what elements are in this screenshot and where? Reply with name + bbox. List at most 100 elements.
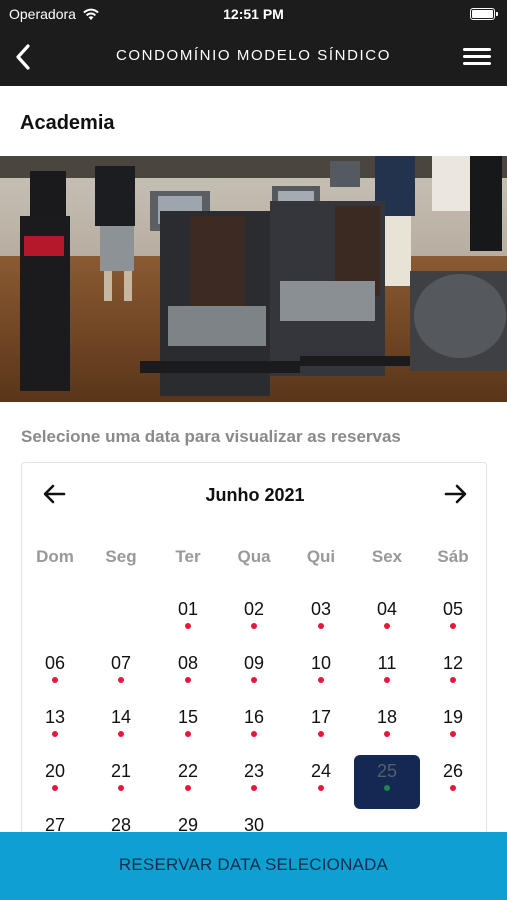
reservation-dot-icon [251, 731, 257, 737]
calendar-day-number: 08 [177, 653, 199, 673]
calendar-hint: Selecione uma data para visualizar as re… [21, 427, 401, 446]
calendar-day-07[interactable]: 07 [88, 647, 154, 701]
reservation-dot-icon [185, 677, 191, 683]
calendar-day-number: 18 [376, 707, 398, 727]
hamburger-menu-icon [463, 48, 491, 51]
hamburger-menu-icon [463, 55, 491, 58]
weekday-label: Sex [371, 547, 403, 566]
calendar-day-number: 14 [110, 707, 132, 727]
calendar-day-04[interactable]: 04 [354, 593, 420, 647]
calendar-day-number: 24 [310, 761, 332, 781]
calendar-day-number: 10 [310, 653, 332, 673]
reservation-dot-icon [318, 677, 324, 683]
calendar-day-16[interactable]: 16 [221, 701, 287, 755]
status-time: 12:51 PM [223, 6, 284, 22]
weekday-label: Seg [105, 547, 137, 566]
app-screen: Operadora 12:51 PM CONDOMÍNIO MODELO SÍN… [0, 0, 507, 900]
weekday-label: Ter [175, 547, 201, 566]
calendar-day-number: 01 [177, 599, 199, 619]
calendar-day-25[interactable]: 25 [354, 755, 420, 809]
reservation-dot-icon [185, 731, 191, 737]
calendar-day-11[interactable]: 11 [354, 647, 420, 701]
calendar-day-number: 17 [310, 707, 332, 727]
next-month-button[interactable] [440, 479, 470, 509]
calendar-day-number: 15 [177, 707, 199, 727]
calendar-day-number: 11 [377, 653, 397, 673]
calendar-day-21[interactable]: 21 [88, 755, 154, 809]
calendar-days-grid: 01 02 03 04 05 06 07 08 09 10 11 12 13 14 15 16 17 18 19 20… [22, 593, 488, 873]
reservation-dot-icon [450, 785, 456, 791]
calendar-day-03[interactable]: 03 [288, 593, 354, 647]
calendar-day-09[interactable]: 09 [221, 647, 287, 701]
weekday-label: Dom [36, 547, 74, 566]
calendar-day-number: 19 [442, 707, 464, 727]
calendar-day-number: 07 [110, 653, 132, 673]
calendar-day-17[interactable]: 17 [288, 701, 354, 755]
calendar-day-05[interactable]: 05 [420, 593, 486, 647]
calendar-header: Junho 2021 [22, 463, 488, 525]
calendar-day-24[interactable]: 24 [288, 755, 354, 809]
calendar-day-12[interactable]: 12 [420, 647, 486, 701]
weekday-label: Qui [306, 547, 336, 566]
reservation-dot-icon [251, 677, 257, 683]
calendar-day-20[interactable]: 20 [22, 755, 88, 809]
reservation-dot-icon [318, 785, 324, 791]
gym-photo [0, 156, 507, 402]
reservation-dot-icon [118, 731, 124, 737]
calendar-day-number: 20 [44, 761, 66, 781]
calendar-day-number: 21 [110, 761, 132, 781]
calendar-day-23[interactable]: 23 [221, 755, 287, 809]
calendar-day-number: 23 [243, 761, 265, 781]
reservation-dot-icon [318, 731, 324, 737]
calendar-day-18[interactable]: 18 [354, 701, 420, 755]
calendar-day-number: 03 [310, 599, 332, 619]
menu-button[interactable] [461, 44, 493, 70]
weekday-header: Dom Seg Ter Qua Qui Sex Sáb [22, 547, 488, 569]
calendar-day-22[interactable]: 22 [155, 755, 221, 809]
reservation-dot-icon [52, 785, 58, 791]
calendar-day-02[interactable]: 02 [221, 593, 287, 647]
nav-title: CONDOMÍNIO MODELO SÍNDICO [115, 47, 391, 64]
calendar-day-01[interactable]: 01 [155, 593, 221, 647]
reservation-dot-icon [384, 623, 390, 629]
calendar-day-14[interactable]: 14 [88, 701, 154, 755]
calendar-day-number: 26 [442, 761, 464, 781]
calendar-day-19[interactable]: 19 [420, 701, 486, 755]
weekday-label: Sáb [437, 547, 469, 566]
calendar-day-13[interactable]: 13 [22, 701, 88, 755]
calendar-day-08[interactable]: 08 [155, 647, 221, 701]
top-bar: Operadora 12:51 PM CONDOMÍNIO MODELO SÍN… [0, 0, 507, 86]
gym-photo-illustration [0, 156, 507, 402]
hamburger-menu-icon [463, 62, 491, 65]
calendar-day-26[interactable]: 26 [420, 755, 486, 809]
reservation-dot-icon [52, 677, 58, 683]
reservation-dot-icon [251, 623, 257, 629]
calendar-day-number: 04 [376, 599, 398, 619]
calendar-day-number: 05 [442, 599, 464, 619]
reservation-dot-icon [185, 785, 191, 791]
calendar-day-15[interactable]: 15 [155, 701, 221, 755]
battery-icon [470, 8, 498, 20]
calendar-day-number: 12 [442, 653, 464, 673]
reserve-date-button[interactable]: RESERVAR DATA SELECIONADA [0, 832, 507, 900]
arrow-right-icon [444, 484, 467, 504]
reservation-dot-icon [384, 785, 390, 791]
calendar-day-number: 25 [376, 761, 398, 781]
calendar-day-number: 13 [44, 707, 66, 727]
reservation-dot-icon [118, 677, 124, 683]
calendar-day-number: 22 [177, 761, 199, 781]
calendar: Junho 2021 Dom Seg Ter Qua Qui Sex Sáb 01 02 03 0… [21, 462, 487, 862]
reservation-dot-icon [450, 623, 456, 629]
reservation-dot-icon [251, 785, 257, 791]
reservation-dot-icon [450, 677, 456, 683]
calendar-day-10[interactable]: 10 [288, 647, 354, 701]
calendar-day-number: 06 [44, 653, 66, 673]
calendar-day-06[interactable]: 06 [22, 647, 88, 701]
calendar-month-label: Junho 2021 [205, 485, 305, 505]
calendar-day-number: 16 [243, 707, 265, 727]
reservation-dot-icon [318, 623, 324, 629]
calendar-day-number: 02 [243, 599, 265, 619]
section-title: Academia [20, 112, 115, 134]
reservation-dot-icon [52, 731, 58, 737]
reservation-dot-icon [118, 785, 124, 791]
